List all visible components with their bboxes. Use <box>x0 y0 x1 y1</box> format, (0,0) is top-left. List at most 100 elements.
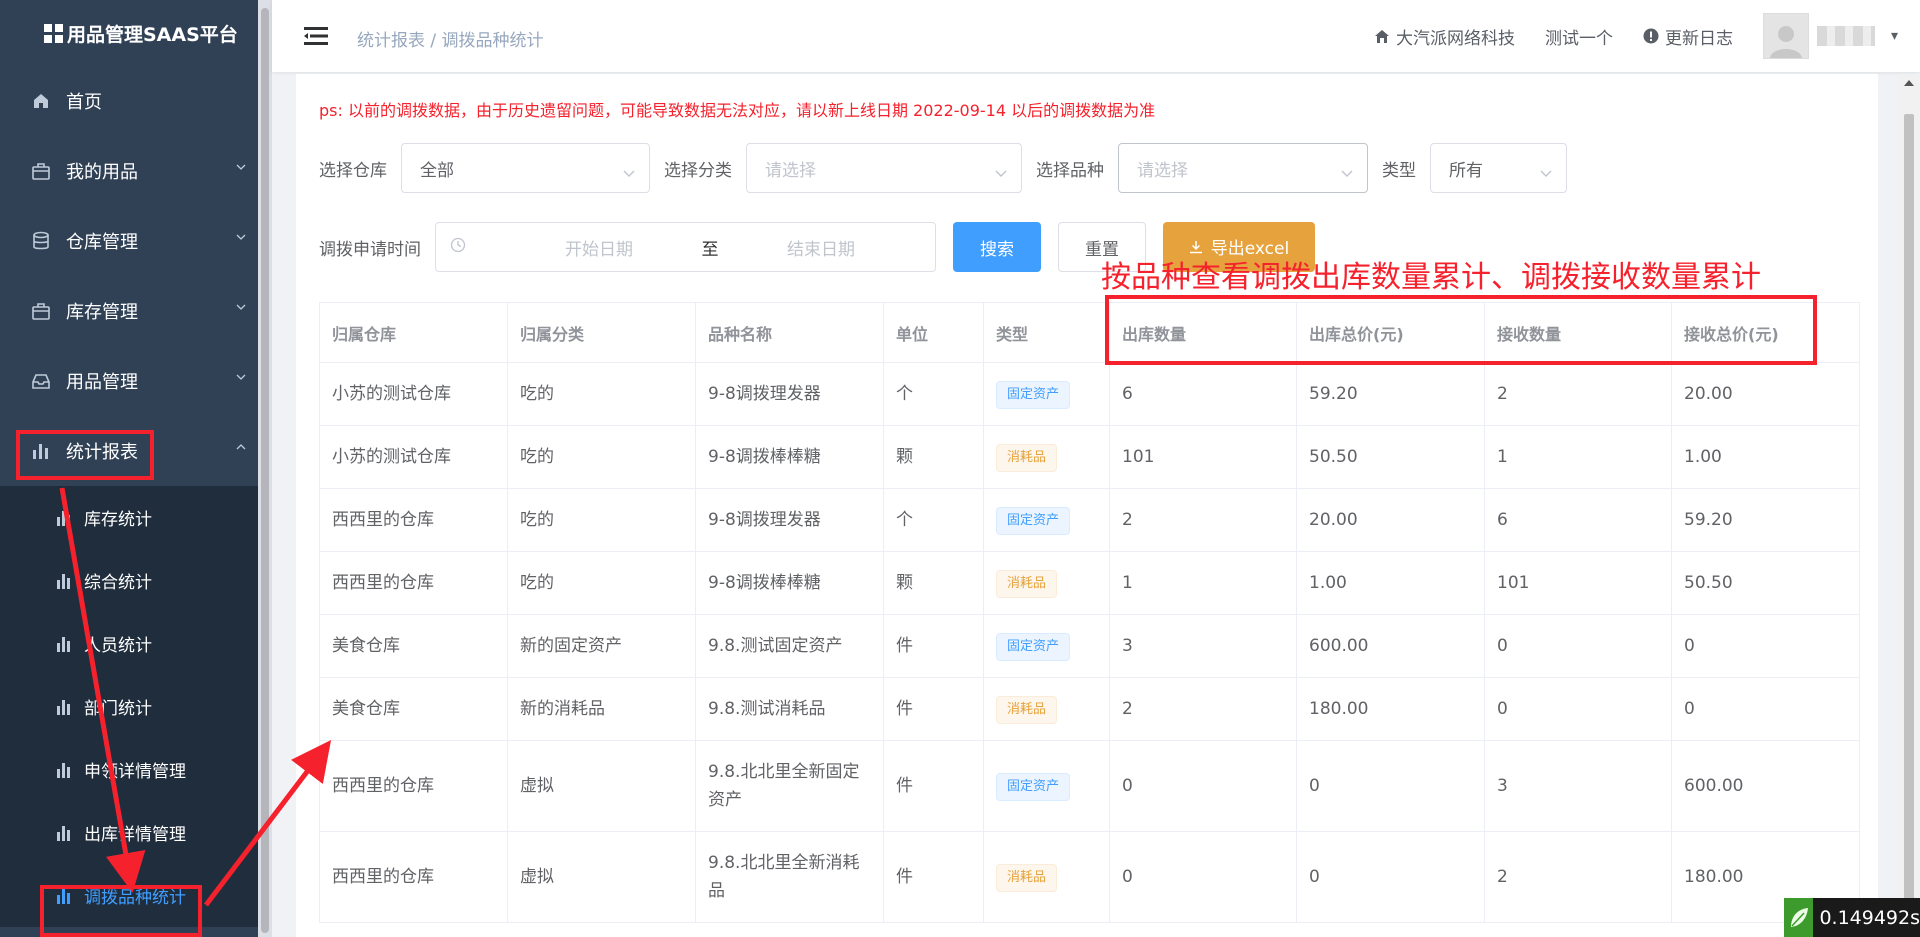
annotation-text: 按品种查看调拨出库数量累计、调拨接收数量累计 <box>1101 260 1761 295</box>
sidebar-item-label: 首页 <box>66 92 102 113</box>
table-cell: 0 <box>1109 831 1297 923</box>
navbar-right: 大汽派网络科技 测试一个 更新日志 ▾ <box>1374 0 1920 72</box>
table-cell: 小苏的测试仓库 <box>319 362 508 426</box>
sidebar-item-label: 我的用品 <box>66 162 138 183</box>
app-logo[interactable]: 用品管理SAAS平台 <box>0 0 258 66</box>
chevron-down-icon <box>623 163 635 183</box>
sidebar-subitem-overall-stats[interactable]: 综合统计 <box>0 549 258 612</box>
chevron-down-icon <box>236 234 246 244</box>
username-blurred[interactable] <box>1816 26 1875 46</box>
col-header: 类型 <box>983 302 1110 363</box>
sidebar-subitem-stock-stats[interactable]: 库存统计 <box>0 486 258 549</box>
table-cell: 新的固定资产 <box>507 614 696 678</box>
sidebar-item-inventory[interactable]: 库存管理 <box>0 276 258 346</box>
sidebar-subitem-staff-stats[interactable]: 人员统计 <box>0 612 258 675</box>
table-row: 美食仓库 新的固定资产 9.8.测试固定资产件固定资产 3 600.00 0 0 <box>319 614 1860 678</box>
category-placeholder: 请选择 <box>765 160 816 181</box>
table-row: 西西里的仓库 吃的 9-8调拨理发器个固定资产 2 20.00 6 59.20 <box>319 488 1860 552</box>
sidebar-subitem-dept-stats[interactable]: 部门统计 <box>0 675 258 738</box>
type-select[interactable]: 所有 <box>1430 143 1567 193</box>
category-select[interactable]: 请选择 <box>746 143 1022 193</box>
table-cell: 消耗品 <box>983 551 1110 615</box>
table-cell: 101 <box>1484 551 1672 615</box>
table-row: 小苏的测试仓库 吃的 9-8调拨棒棒糖颗消耗品 101 50.50 1 1.00 <box>319 425 1860 489</box>
table-cell: 600.00 <box>1296 614 1485 678</box>
date-separator: 至 <box>701 239 719 260</box>
table-cell: 50.50 <box>1296 425 1485 489</box>
table-cell: 9-8调拨棒棒糖 <box>695 425 884 489</box>
table-cell: 西西里的仓库 <box>319 488 508 552</box>
sidebar-subitem-label: 出库详情管理 <box>84 825 186 845</box>
package-icon <box>30 160 52 182</box>
col-header: 品种名称 <box>695 302 884 363</box>
table-cell: 0 <box>1296 831 1485 923</box>
changelog-link[interactable]: 更新日志 <box>1643 24 1733 49</box>
bar-chart-icon <box>56 699 74 715</box>
search-button[interactable]: 搜索 <box>953 222 1041 272</box>
table-cell: 6 <box>1109 362 1297 426</box>
sidebar-item-my-supplies[interactable]: 我的用品 <box>0 136 258 206</box>
start-date-input[interactable]: 开始日期 <box>510 235 688 260</box>
bar-chart-icon <box>56 825 74 841</box>
table-cell: 件 <box>883 614 984 678</box>
sidebar-scrollbar[interactable] <box>258 0 272 937</box>
date-label: 调拨申请时间 <box>319 239 421 260</box>
table-row: 小苏的测试仓库 吃的 9-8调拨理发器个固定资产 6 59.20 2 20.00 <box>319 362 1860 426</box>
col-header: 归属分类 <box>507 302 696 363</box>
sidebar-item-home[interactable]: 首页 <box>0 66 258 136</box>
chevron-down-icon <box>236 374 246 384</box>
chevron-down-icon <box>1540 163 1552 183</box>
sidebar-subitem-outbound-details[interactable]: 出库详情管理 <box>0 801 258 864</box>
table-cell: 新的消耗品 <box>507 677 696 741</box>
type-tag: 固定资产 <box>996 381 1071 409</box>
table-cell: 虚拟 <box>507 740 696 832</box>
sidebar-item-warehouse[interactable]: 仓库管理 <box>0 206 258 276</box>
company-link[interactable]: 大汽派网络科技 <box>1374 24 1515 49</box>
table-cell: 59.20 <box>1671 488 1860 552</box>
breadcrumb-current: 调拨品种统计 <box>441 31 544 51</box>
table-cell: 180.00 <box>1296 677 1485 741</box>
type-tag: 固定资产 <box>996 507 1071 535</box>
sidebar-subitem-claim-details[interactable]: 申领详情管理 <box>0 738 258 801</box>
date-range-picker[interactable]: 开始日期 至 结束日期 <box>435 222 936 272</box>
type-tag: 消耗品 <box>996 444 1058 472</box>
table-cell: 件 <box>883 740 984 832</box>
test-label: 测试一个 <box>1544 28 1613 49</box>
hamburger-icon[interactable] <box>304 26 328 50</box>
table-cell: 0 <box>1296 740 1485 832</box>
warehouse-select[interactable]: 全部 <box>401 143 650 193</box>
variety-select[interactable]: 请选择 <box>1118 143 1368 193</box>
avatar[interactable] <box>1762 13 1809 59</box>
sidebar-subitem-label: 部门统计 <box>84 699 152 719</box>
sidebar-item-supplies[interactable]: 用品管理 <box>0 346 258 416</box>
database-icon <box>30 230 52 252</box>
info-icon <box>1643 28 1659 44</box>
end-date-input[interactable]: 结束日期 <box>732 235 910 260</box>
table-cell: 0 <box>1484 614 1672 678</box>
table-cell: 3 <box>1109 614 1297 678</box>
table-cell: 消耗品 <box>983 831 1110 923</box>
table-row: 美食仓库 新的消耗品 9.8.测试消耗品件消耗品 2 180.00 0 0 <box>319 677 1860 741</box>
table-cell: 个 <box>883 362 984 426</box>
warehouse-label: 选择仓库 <box>319 160 387 181</box>
table-cell: 9-8调拨棒棒糖 <box>695 551 884 615</box>
table-cell: 2 <box>1484 831 1672 923</box>
table-cell: 600.00 <box>1671 740 1860 832</box>
category-label: 选择分类 <box>664 160 732 181</box>
test-link[interactable]: 测试一个 <box>1545 24 1613 49</box>
annotation-box-reports <box>16 430 154 480</box>
chevron-up-icon <box>236 444 246 454</box>
breadcrumb-parent[interactable]: 统计报表 <box>357 31 425 51</box>
table-row: 西西里的仓库 吃的 9-8调拨棒棒糖颗消耗品 1 1.00 101 50.50 <box>319 551 1860 615</box>
page-scrollbar[interactable] <box>1898 74 1920 937</box>
annotation-box-transfer-stats <box>40 885 202 937</box>
type-tag: 固定资产 <box>996 633 1071 661</box>
table-cell: 1 <box>1484 425 1672 489</box>
variety-label: 选择品种 <box>1036 160 1104 181</box>
data-notice: ps: 以前的调拨数据，由于历史遗留问题，可能导致数据无法对应，请以新上线日期 … <box>319 101 1156 120</box>
table-cell: 固定资产 <box>983 488 1110 552</box>
table-cell: 9.8.北北里全新固定资产 <box>695 740 884 832</box>
caret-down-icon[interactable]: ▾ <box>1891 28 1898 44</box>
chevron-down-icon <box>995 163 1007 183</box>
table-cell: 0 <box>1109 740 1297 832</box>
